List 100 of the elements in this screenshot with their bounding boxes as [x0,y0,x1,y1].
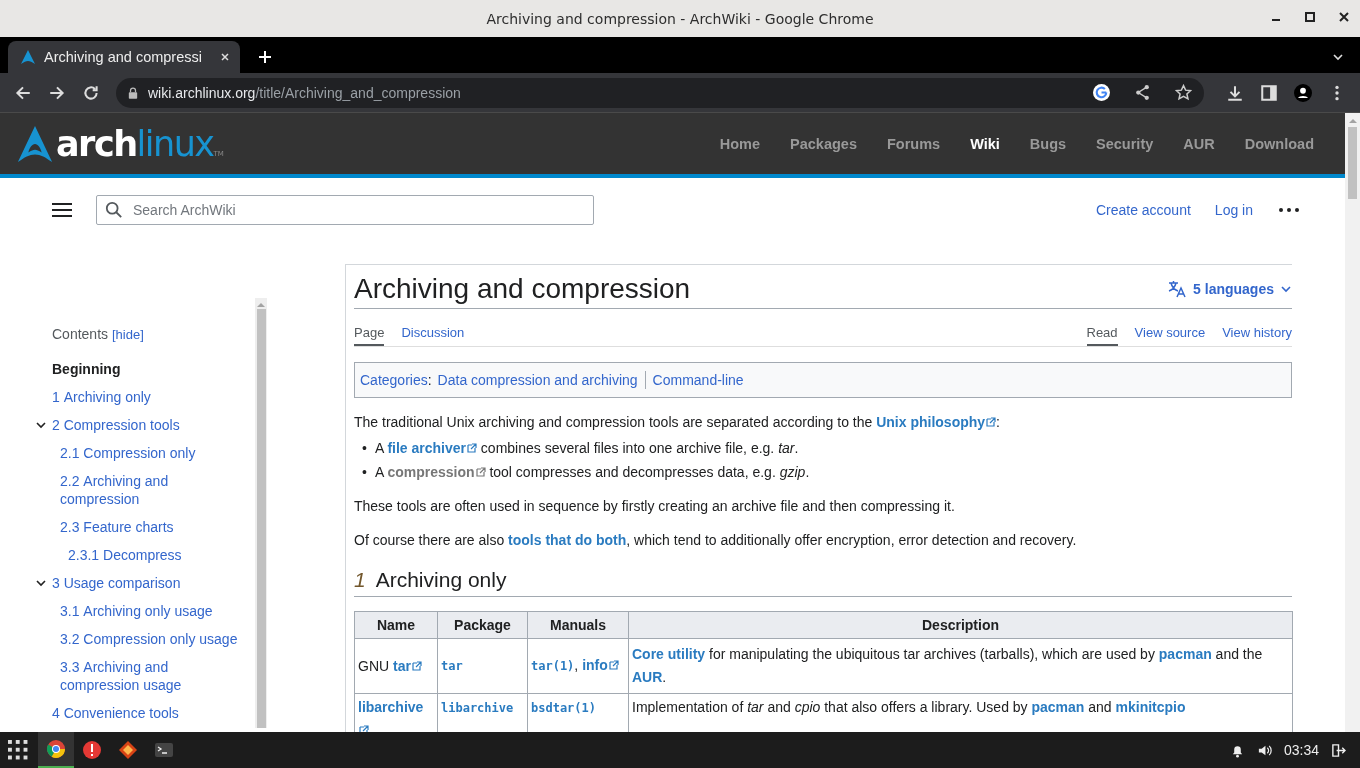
external-link[interactable]: Unix philosophy [876,414,997,430]
table-cell: GNU tar [354,638,438,694]
new-tab-icon[interactable] [258,50,272,64]
external-link-icon [986,417,997,427]
close-icon[interactable] [1338,11,1350,23]
toc-link[interactable]: Beginning [52,360,121,378]
browser-icon [46,739,66,759]
code-link[interactable]: tar(1) [531,659,575,673]
external-link[interactable]: info [582,657,619,673]
paragraph: These tools are often used in sequence by firstly creating an archive file and then compressing it. [354,497,956,516]
hide-link[interactable]: [hide] [111,327,144,342]
bullet: • [362,439,367,458]
logout-icon[interactable] [1331,742,1346,758]
google-icon[interactable] [1093,84,1110,101]
star-icon[interactable] [1175,84,1192,101]
external-link[interactable]: compression [387,464,486,480]
list-item: A compression tool compresses and decompresses data, e.g. gzip. [374,463,810,482]
column-header: Package [437,611,528,639]
external-link-icon [411,660,422,671]
chevron-down-icon [1280,283,1292,295]
menu-icon[interactable] [52,202,72,218]
code-link[interactable]: bsdtar(1) [531,701,597,715]
table-cell: Core utility for manipulating the ubiquitous tar archives (tarballs), which are used by pacman and the AUR. [628,638,1293,694]
download-icon[interactable] [1226,83,1244,102]
toc-link[interactable]: 2.2 Archiving and compression [60,472,240,508]
link[interactable]: Core utility [632,646,706,662]
column-header: Description [628,611,1293,639]
share-icon[interactable] [1134,84,1151,101]
nav-link[interactable]: Packages [775,135,872,152]
category-link[interactable]: Command-line [652,372,744,388]
clock: 03:34 [1283,742,1319,758]
language-button[interactable]: 5 languages [1167,279,1292,299]
account-link[interactable]: Log in [1214,202,1253,218]
scrollbar[interactable] [1345,113,1360,732]
nav-link[interactable]: Wiki [955,135,1015,152]
toc-link[interactable]: 3.1 Archiving only usage [60,602,213,620]
scrollbar[interactable] [255,298,267,728]
view-tab[interactable]: Read [1086,313,1118,346]
browser-tab[interactable]: Archiving and compressi [8,41,240,73]
nav-link[interactable]: AUR [1168,135,1230,152]
nav-link[interactable]: Home [704,135,776,152]
link[interactable]: pacman [1158,646,1212,662]
toc-link[interactable]: 3.3 Archiving and compression usage [60,658,240,694]
toc-link[interactable]: 2.1 Compression only [60,444,196,462]
external-link-icon [608,660,619,670]
page-tab[interactable]: Discussion [401,313,465,346]
bullet: • [362,463,367,482]
link[interactable]: pacman [1031,699,1085,715]
external-link[interactable]: file archiver [387,440,477,456]
chevron-down-icon[interactable] [1332,51,1344,63]
chevron-icon[interactable] [35,577,47,589]
side-panel-icon[interactable] [1260,83,1278,102]
section-heading: Archiving only [375,568,507,592]
profile-icon[interactable] [1294,83,1312,102]
address-bar[interactable]: wiki.archlinux.org/title/Archiving_and_compression [116,77,1204,108]
column-header: Manuals [527,611,629,639]
link[interactable]: mkinitcpio [1115,699,1186,715]
paragraph: Of course there are also tools that do both, which tend to additionally offer encryption, error detection and recovery. [354,531,1078,550]
toc-link[interactable]: 2.3.1 Decompress [68,546,182,564]
code-link[interactable]: tar [441,659,463,673]
nav-link[interactable]: Security [1081,135,1169,152]
taskbar-app[interactable] [38,732,74,768]
toc-link[interactable]: 4 Convenience tools [52,704,179,722]
view-tab[interactable]: View source [1134,313,1206,346]
external-link[interactable]: tar [393,657,422,674]
article-title: Archiving and compression [354,273,692,305]
arch-logo-icon [20,49,36,65]
page-tab[interactable]: Page [354,313,385,346]
section-number: 1 [354,568,366,592]
toc-link[interactable]: 3.2 Compression only usage [60,630,238,648]
account-link[interactable]: Create account [1095,202,1191,218]
alert-icon [82,740,102,760]
external-link-icon [467,443,477,453]
column-header: Name [354,611,438,639]
category-link[interactable]: Data compression and archiving [437,372,638,388]
reload-icon[interactable] [82,83,100,102]
nav-link[interactable]: Bugs [1014,135,1082,152]
view-tab[interactable]: View history [1222,313,1292,346]
toc-link[interactable]: 2.3 Feature charts [60,518,174,536]
app-grid-icon[interactable] [8,740,28,760]
terminal-icon [154,740,174,760]
nav-link[interactable]: Download [1229,135,1329,152]
external-link[interactable]: libarchive [358,699,424,732]
toc-link[interactable]: 1 Archiving only [52,388,151,406]
translate-icon [1167,279,1188,299]
toc-link[interactable]: 3 Usage comparison [52,574,181,592]
search-icon [105,201,123,219]
maximize-icon[interactable] [1304,11,1316,23]
chevron-icon[interactable] [35,419,47,431]
arch-logo-icon[interactable] [16,124,54,163]
paragraph: The traditional Unix archiving and compression tools are separated according to the Unix philosophy : [354,413,1001,432]
nav-link[interactable]: Forums [871,135,956,152]
code-link[interactable]: libarchive [441,701,514,715]
table-cell: tar(1), info [527,638,629,694]
categories-link[interactable]: Categories [360,372,428,388]
toc-link[interactable]: 2 Compression tools [52,416,180,434]
search-field[interactable]: Search ArchWiki [96,195,594,225]
more-icon[interactable] [1279,208,1299,212]
volume-icon[interactable] [1256,742,1272,758]
lock-icon [128,86,138,99]
